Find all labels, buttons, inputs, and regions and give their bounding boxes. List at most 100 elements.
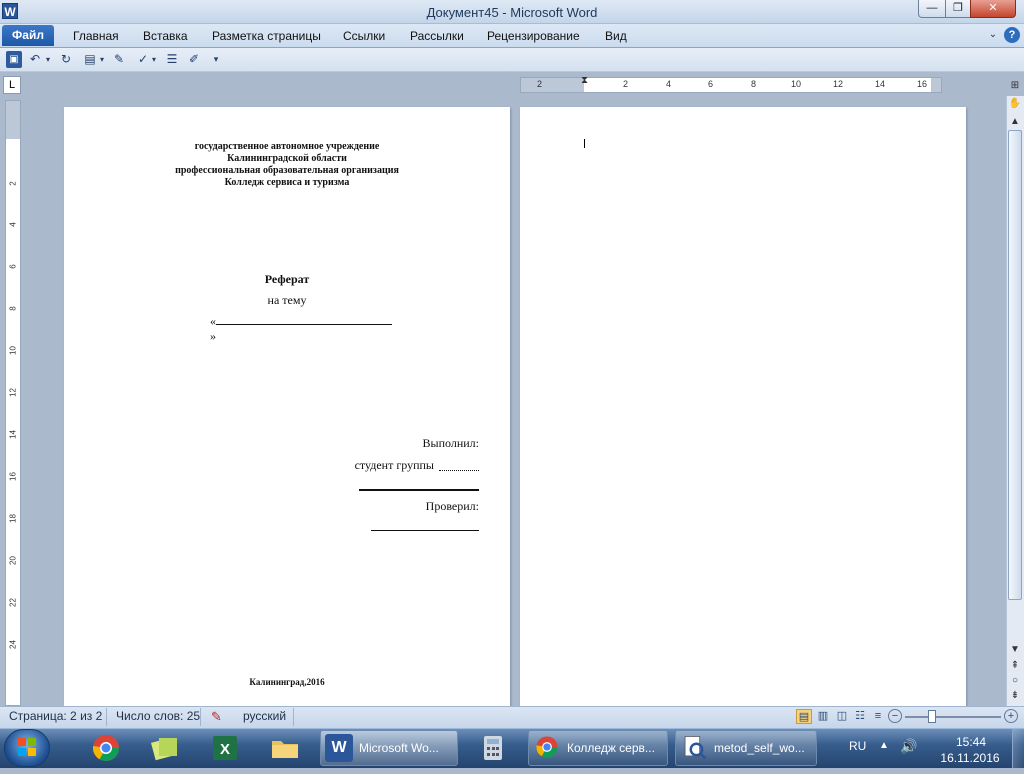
windows-logo-icon — [18, 738, 36, 756]
ruler-right-margin — [931, 78, 941, 92]
vertical-ruler[interactable]: 2 4 6 8 10 12 14 16 18 20 22 24 — [5, 100, 21, 706]
format-painter-icon[interactable]: ✐ — [186, 51, 202, 68]
undo-dropdown-icon[interactable]: ▾ — [44, 51, 52, 68]
select-browse-object-icon[interactable]: ○ — [1007, 673, 1023, 689]
tab-references[interactable]: Ссылки — [343, 29, 385, 43]
city-year: Калининград,2016 — [249, 677, 325, 687]
new-dropdown-icon[interactable]: ▾ — [98, 51, 106, 68]
taskbar-item-chrome[interactable]: Колледж серв... — [528, 730, 668, 766]
ruler-tick: 24 — [8, 640, 18, 649]
taskbar-item-document-viewer[interactable]: metod_self_wo... — [675, 730, 817, 766]
excel-icon[interactable]: X — [205, 732, 245, 764]
document-page-1[interactable]: государственное автономное учреждение Ка… — [64, 107, 510, 707]
tab-insert[interactable]: Вставка — [143, 29, 188, 43]
word-count[interactable]: Число слов: 25 — [116, 709, 200, 723]
ruler-tick: 6 — [708, 79, 714, 89]
full-screen-reading-icon[interactable]: ▥ — [815, 709, 831, 724]
zoom-in-icon[interactable]: + — [1004, 709, 1018, 723]
chrome-icon — [533, 734, 561, 762]
tab-view[interactable]: Вид — [605, 29, 627, 43]
topic-open-quote: « — [210, 314, 216, 328]
spelling-icon[interactable]: ✓ — [135, 51, 151, 68]
scroll-down-icon[interactable]: ▼ — [1007, 642, 1023, 658]
undo-icon[interactable]: ↶ — [27, 51, 43, 68]
scroll-thumb[interactable] — [1008, 130, 1022, 600]
scroll-up-icon[interactable]: ▲ — [1007, 114, 1023, 130]
tab-file[interactable]: Файл — [2, 25, 54, 46]
show-hidden-icons-icon[interactable]: ▲ — [879, 740, 889, 751]
ruler-tick: 14 — [8, 430, 18, 439]
signature-line — [359, 489, 479, 491]
proofing-icon[interactable]: ✎ — [211, 709, 222, 725]
taskbar-item-word[interactable]: W Microsoft Wo... — [320, 730, 458, 766]
clock-date[interactable]: 16.11.2016 — [930, 751, 1010, 765]
view-ruler-icon[interactable]: ⊞ — [1007, 78, 1023, 94]
ruler-tick: 10 — [791, 79, 802, 89]
status-separator — [293, 708, 294, 726]
previous-page-icon[interactable]: ⇞ — [1007, 658, 1023, 674]
tab-review[interactable]: Рецензирование — [487, 29, 580, 43]
tab-mailings[interactable]: Рассылки — [410, 29, 464, 43]
ruler-tick: 2 — [623, 79, 629, 89]
pan-hand-icon[interactable]: ✋ — [1007, 96, 1023, 112]
student-group-label: студент группы — [354, 458, 434, 472]
save-icon[interactable]: ▣ — [6, 51, 22, 68]
keyboard-language[interactable]: RU — [849, 739, 866, 753]
ruler-tick: 14 — [875, 79, 886, 89]
topic-underline — [216, 324, 392, 325]
folder-icon[interactable] — [265, 732, 305, 764]
ruler-tick: 2 — [537, 79, 543, 89]
notes-icon[interactable] — [145, 732, 185, 764]
zoom-slider[interactable] — [905, 716, 1001, 718]
volume-icon[interactable]: 🔊 — [900, 738, 917, 755]
calculator-icon[interactable] — [473, 732, 513, 764]
ruler-tick: 12 — [8, 388, 18, 397]
ruler-tick: 16 — [8, 472, 18, 481]
tab-selector[interactable]: L — [3, 76, 21, 94]
clock-time[interactable]: 15:44 — [936, 735, 1006, 749]
language-indicator[interactable]: русский — [243, 709, 286, 723]
taskbar-item-label: Microsoft Wo... — [359, 741, 439, 755]
bullets-icon[interactable]: ☰ — [164, 51, 180, 68]
ruler-tick: 6 — [8, 264, 18, 269]
print-layout-icon[interactable]: ▤ — [796, 709, 812, 724]
minimize-button[interactable]: — — [918, 0, 946, 18]
next-page-icon[interactable]: ⇟ — [1007, 688, 1023, 704]
indent-marker-icon[interactable]: ⧗ — [581, 76, 588, 86]
chrome-icon[interactable] — [86, 732, 126, 764]
draft-icon[interactable]: ≡ — [870, 709, 886, 724]
window-title: Документ45 - Microsoft Word — [426, 5, 598, 20]
svg-text:X: X — [220, 741, 230, 758]
topic-field: « » — [210, 314, 400, 344]
redo-icon[interactable]: ↻ — [58, 51, 74, 68]
close-button[interactable]: ✕ — [970, 0, 1016, 18]
help-icon[interactable]: ? — [1004, 27, 1020, 43]
ruler-tick: 4 — [666, 79, 672, 89]
horizontal-ruler[interactable]: ⧗ 2 2 4 6 8 10 12 14 16 — [520, 76, 942, 93]
checker-line — [371, 530, 479, 531]
tab-page-layout[interactable]: Разметка страницы — [212, 29, 321, 43]
customize-toolbar-icon[interactable]: ▾ — [208, 51, 224, 68]
maximize-button[interactable]: ❐ — [945, 0, 971, 18]
ruler-tick: 2 — [8, 181, 18, 186]
header-line: Калининградской области — [227, 153, 347, 164]
outline-icon[interactable]: ☷ — [852, 709, 868, 724]
zoom-slider-thumb[interactable] — [928, 710, 936, 723]
page-indicator[interactable]: Страница: 2 из 2 — [9, 709, 102, 723]
ruler-tick: 18 — [8, 514, 18, 523]
document-page-2[interactable] — [520, 107, 966, 707]
expand-ribbon-icon[interactable]: ⌄ — [986, 28, 1000, 42]
zoom-out-icon[interactable]: − — [888, 709, 902, 723]
report-title: Реферат — [264, 272, 310, 286]
show-desktop-button[interactable] — [1012, 729, 1024, 768]
ruler-left-margin — [521, 78, 584, 92]
highlight-icon[interactable]: ✎ — [111, 51, 127, 68]
new-document-icon[interactable]: ▤ — [82, 51, 98, 68]
spelling-dropdown-icon[interactable]: ▾ — [150, 51, 158, 68]
start-button[interactable] — [4, 729, 50, 767]
tab-home[interactable]: Главная — [73, 29, 119, 43]
web-layout-icon[interactable]: ◫ — [834, 709, 850, 724]
ruler-tick: 8 — [8, 306, 18, 311]
status-separator — [106, 708, 107, 726]
header-line: Колледж сервиса и туризма — [224, 177, 350, 188]
